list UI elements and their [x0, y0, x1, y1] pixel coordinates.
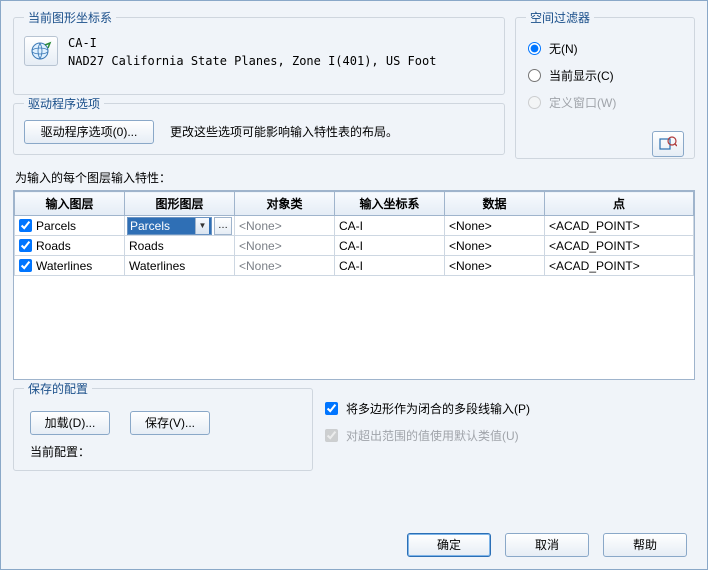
ok-button[interactable]: 确定: [407, 533, 491, 557]
filter-define-radio: [528, 96, 541, 109]
col-point[interactable]: 点: [545, 192, 694, 216]
help-button[interactable]: 帮助: [603, 533, 687, 557]
row-checkbox[interactable]: [19, 239, 32, 252]
cell-draw-layer[interactable]: Parcels ▼ …: [125, 216, 235, 236]
layer-table-header-row: 输入图层 图形图层 对象类 输入坐标系 数据 点: [15, 192, 694, 216]
cancel-button[interactable]: 取消: [505, 533, 589, 557]
dialog-window: 当前图形坐标系 CA-I NAD27 California State Plan…: [0, 0, 708, 570]
default-class-checkbox: [325, 429, 338, 442]
cell-draw-layer[interactable]: Waterlines: [125, 256, 235, 276]
col-data[interactable]: 数据: [445, 192, 545, 216]
save-button[interactable]: 保存(V)...: [130, 411, 210, 435]
cell-coord-sys[interactable]: CA-I: [335, 256, 445, 276]
top-row: 当前图形坐标系 CA-I NAD27 California State Plan…: [13, 9, 695, 159]
spatial-filter-group: 空间过滤器 无(N) 当前显示(C) 定义窗口(W): [515, 9, 695, 159]
input-layer-text: Waterlines: [36, 259, 92, 273]
cell-input-layer[interactable]: Parcels: [15, 216, 125, 236]
table-row[interactable]: ParcelsParcels▼…<None>CA-I<None><ACAD_PO…: [15, 216, 694, 236]
coord-content: CA-I NAD27 California State Planes, Zone…: [24, 34, 494, 70]
cell-data[interactable]: <None>: [445, 236, 545, 256]
row-checkbox[interactable]: [19, 219, 32, 232]
col-draw-layer[interactable]: 图形图层: [125, 192, 235, 216]
chevron-down-icon[interactable]: ▼: [195, 218, 209, 234]
col-input-layer[interactable]: 输入图层: [15, 192, 125, 216]
col-object-class[interactable]: 对象类: [235, 192, 335, 216]
closed-polyline-row[interactable]: 将多边形作为闭合的多段线输入(P): [325, 400, 695, 417]
driver-options-group: 驱动程序选项 驱动程序选项(0)... 更改这些选项可能影响输入特性表的布局。: [13, 95, 505, 155]
layer-table-wrap: 输入图层 图形图层 对象类 输入坐标系 数据 点 Parcels Parcels ▼…: [13, 190, 695, 380]
spatial-filter-legend: 空间过滤器: [526, 9, 594, 26]
cell-input-layer[interactable]: Roads: [15, 236, 125, 256]
filter-define-label: 定义窗口(W): [549, 94, 616, 111]
dialog-content: 当前图形坐标系 CA-I NAD27 California State Plan…: [13, 9, 695, 561]
coord-desc: NAD27 California State Planes, Zone I(40…: [68, 52, 494, 70]
filter-current-label: 当前显示(C): [549, 67, 614, 84]
row-checkbox[interactable]: [19, 259, 32, 272]
current-config-label: 当前配置：: [30, 443, 302, 460]
cell-object-class[interactable]: <None>: [235, 216, 335, 236]
filter-current-row[interactable]: 当前显示(C): [528, 67, 684, 84]
top-right-col: 空间过滤器 无(N) 当前显示(C) 定义窗口(W): [515, 9, 695, 159]
saved-buttons: 加载(D)... 保存(V)...: [30, 411, 302, 435]
coord-name: CA-I: [68, 34, 494, 52]
table-row[interactable]: RoadsRoads<None>CA-I<None><ACAD_POINT>: [15, 236, 694, 256]
cell-data[interactable]: <None>: [445, 256, 545, 276]
filter-none-row[interactable]: 无(N): [528, 40, 684, 57]
cell-point[interactable]: <ACAD_POINT>: [545, 236, 694, 256]
table-row[interactable]: WaterlinesWaterlines<None>CA-I<None><ACA…: [15, 256, 694, 276]
cell-object-class[interactable]: <None>: [235, 256, 335, 276]
cell-coord-sys[interactable]: CA-I: [335, 216, 445, 236]
coord-system-group: 当前图形坐标系 CA-I NAD27 California State Plan…: [13, 9, 505, 95]
layer-table-label: 为输入的每个图层输入特性：: [15, 169, 695, 186]
cell-point[interactable]: <ACAD_POINT>: [545, 216, 694, 236]
cell-object-class[interactable]: <None>: [235, 236, 335, 256]
load-button[interactable]: 加载(D)...: [30, 411, 110, 435]
top-left-col: 当前图形坐标系 CA-I NAD27 California State Plan…: [13, 9, 505, 159]
saved-config-legend: 保存的配置: [24, 380, 92, 397]
driver-content: 驱动程序选项(0)... 更改这些选项可能影响输入特性表的布局。: [24, 120, 494, 144]
draw-layer-dropdown[interactable]: Parcels ▼: [127, 217, 212, 235]
define-window-button[interactable]: [652, 131, 684, 157]
draw-layer-selected: Parcels: [130, 218, 170, 234]
coord-system-legend: 当前图形坐标系: [24, 9, 116, 26]
globe-icon[interactable]: [24, 36, 58, 66]
cell-data[interactable]: <None>: [445, 216, 545, 236]
filter-none-label: 无(N): [549, 40, 578, 57]
filter-none-radio[interactable]: [528, 42, 541, 55]
coord-text: CA-I NAD27 California State Planes, Zone…: [68, 34, 494, 70]
saved-row: 保存的配置 加载(D)... 保存(V)... 当前配置： 将多边形作为闭合的多…: [13, 380, 695, 471]
filter-define-row: 定义窗口(W): [528, 94, 684, 111]
input-layer-text: Roads: [36, 239, 71, 253]
layer-table[interactable]: 输入图层 图形图层 对象类 输入坐标系 数据 点 Parcels Parcels ▼…: [14, 191, 694, 276]
driver-options-legend: 驱动程序选项: [24, 95, 104, 112]
browse-layer-button[interactable]: …: [214, 217, 232, 235]
default-class-row: 对超出范围的值使用默认类值(U): [325, 427, 695, 444]
input-layer-text: Parcels: [36, 219, 76, 233]
col-coord-sys[interactable]: 输入坐标系: [335, 192, 445, 216]
closed-polyline-label: 将多边形作为闭合的多段线输入(P): [346, 400, 530, 417]
driver-hint: 更改这些选项可能影响输入特性表的布局。: [170, 124, 398, 141]
driver-options-button[interactable]: 驱动程序选项(0)...: [24, 120, 154, 144]
cell-input-layer[interactable]: Waterlines: [15, 256, 125, 276]
cell-coord-sys[interactable]: CA-I: [335, 236, 445, 256]
saved-config-group: 保存的配置 加载(D)... 保存(V)... 当前配置：: [13, 380, 313, 471]
dialog-buttons: 确定 取消 帮助: [407, 533, 687, 557]
default-class-label: 对超出范围的值使用默认类值(U): [346, 427, 519, 444]
cell-draw-layer[interactable]: Roads: [125, 236, 235, 256]
closed-polyline-checkbox[interactable]: [325, 402, 338, 415]
filter-current-radio[interactable]: [528, 69, 541, 82]
cell-point[interactable]: <ACAD_POINT>: [545, 256, 694, 276]
options-right: 将多边形作为闭合的多段线输入(P) 对超出范围的值使用默认类值(U): [323, 380, 695, 471]
